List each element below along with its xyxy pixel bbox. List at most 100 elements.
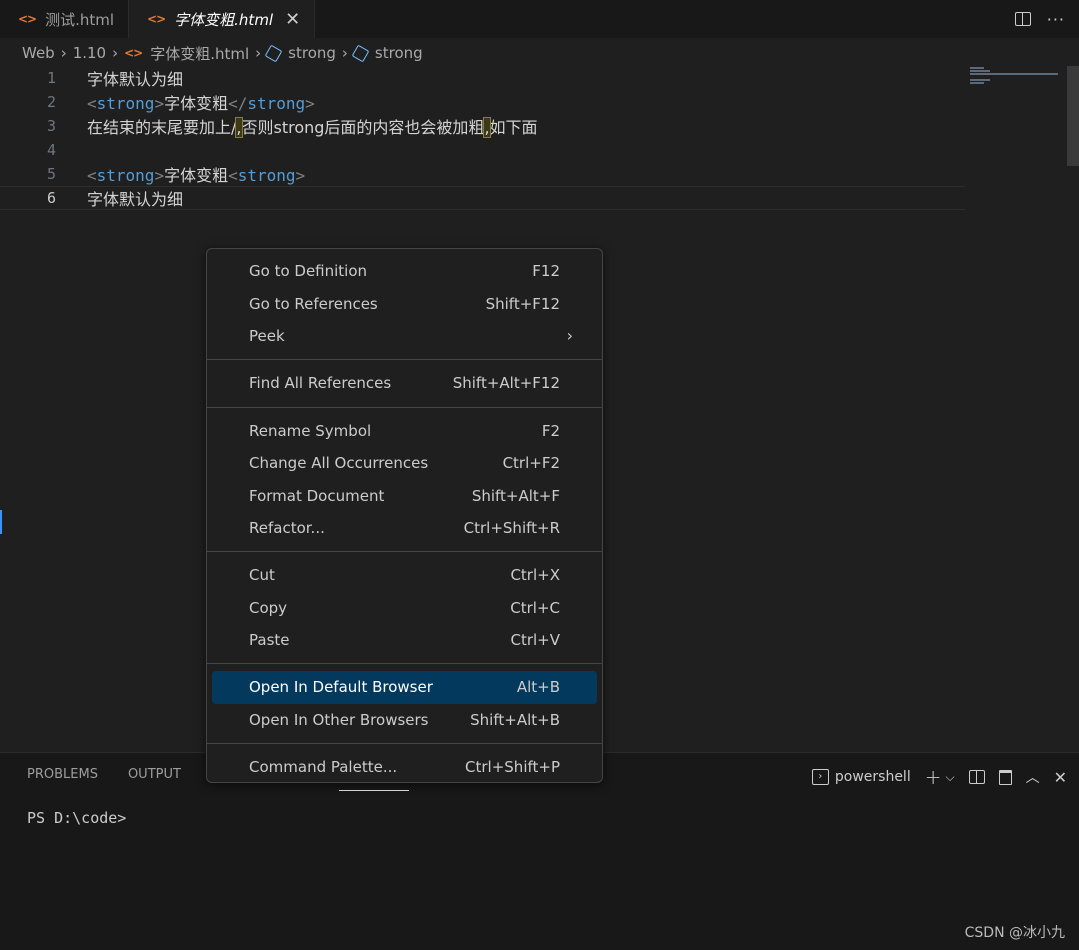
menu-item-label: Open In Default Browser bbox=[249, 678, 433, 697]
tag-bracket: </ bbox=[228, 94, 248, 113]
menu-item-shortcut: Ctrl+Shift+R bbox=[463, 518, 560, 537]
watermark: CSDN @冰小九 bbox=[964, 925, 1065, 941]
menu-item-label: Find All References bbox=[249, 374, 392, 393]
text-content: 如下面 bbox=[489, 118, 538, 137]
menu-item-open-in-default-browser[interactable]: Open In Default Browser Alt+B bbox=[212, 671, 597, 704]
line-number: 3 bbox=[46, 117, 56, 135]
line-text: <strong>字体变粗<strong> bbox=[87, 162, 305, 186]
code-line[interactable]: 5 <strong>字体变粗<strong> bbox=[0, 162, 965, 186]
code-line[interactable]: 4 bbox=[0, 138, 965, 162]
menu-item-label: Copy bbox=[249, 598, 288, 617]
code-line[interactable]: 2 <strong>字体变粗</strong> bbox=[0, 90, 965, 114]
terminal-name[interactable]: powershell bbox=[835, 769, 911, 785]
tab-label: 测试.html bbox=[45, 10, 115, 29]
html-file-icon: <> bbox=[124, 46, 143, 60]
close-icon[interactable]: ✕ bbox=[285, 9, 300, 30]
chevron-right-icon: › bbox=[566, 326, 573, 346]
menu-item-command-palette[interactable]: Command Palette... Ctrl+Shift+P bbox=[212, 751, 597, 783]
close-panel-icon[interactable]: ✕ bbox=[1054, 768, 1067, 787]
menu-item-copy[interactable]: Copy Ctrl+C bbox=[212, 592, 597, 624]
chevron-down-icon[interactable]: ⌵ bbox=[945, 770, 954, 785]
symbol-element-icon bbox=[351, 44, 370, 62]
terminal-icon[interactable]: › bbox=[811, 769, 829, 785]
menu-item-label: Refactor... bbox=[249, 518, 325, 537]
breadcrumb-symbol-strong-2[interactable]: strong bbox=[375, 44, 423, 62]
menu-item-label: Paste bbox=[249, 631, 290, 650]
code-line[interactable]: 1 字体默认为细 bbox=[0, 66, 965, 90]
menu-item-shortcut: Alt+B bbox=[516, 678, 560, 697]
menu-item-refactor[interactable]: Refactor... Ctrl+Shift+R bbox=[212, 512, 597, 544]
text-content: 字体变粗 bbox=[164, 166, 229, 185]
menu-item-shortcut: Shift+Alt+B bbox=[470, 710, 560, 729]
tag-name: strong bbox=[96, 166, 155, 185]
menu-item-shortcut: Ctrl+Shift+P bbox=[465, 758, 560, 777]
tab-output[interactable]: OUTPUT bbox=[128, 767, 181, 782]
text-content: 否则strong后面的内容也会被加粗 bbox=[241, 118, 485, 137]
minimap[interactable] bbox=[970, 66, 1068, 84]
menu-item-shortcut: Ctrl+C bbox=[510, 598, 560, 617]
tag-bracket: > bbox=[295, 166, 306, 185]
menu-item-go-to-definition[interactable]: Go to Definition F12 bbox=[212, 255, 597, 287]
menu-item-label: Format Document bbox=[249, 486, 385, 505]
line-text: <strong>字体变粗</strong> bbox=[87, 90, 315, 114]
menu-item-peek[interactable]: Peek › bbox=[212, 320, 597, 352]
tag-name: strong bbox=[237, 166, 296, 185]
tag-name: strong bbox=[96, 94, 155, 113]
menu-item-label: Cut bbox=[249, 566, 275, 585]
panel-tabs: PROBLEMS OUTPUT bbox=[27, 767, 181, 782]
split-terminal-icon[interactable] bbox=[968, 770, 985, 784]
menu-item-go-to-references[interactable]: Go to References Shift+F12 bbox=[212, 287, 597, 319]
menu-item-label: Change All Occurrences bbox=[249, 454, 429, 473]
tab-label: 字体变粗.html bbox=[174, 10, 274, 29]
tag-bracket: < bbox=[228, 166, 238, 185]
tab-test-html[interactable]: <> 测试.html bbox=[0, 0, 130, 38]
code-line[interactable]: 3 在结束的末尾要加上/,否则strong后面的内容也会被加粗,如下面 bbox=[0, 114, 965, 138]
line-text: 字体默认为细 bbox=[87, 70, 184, 89]
trash-icon[interactable] bbox=[998, 769, 1012, 785]
split-editor-icon[interactable] bbox=[1014, 12, 1031, 26]
line-text: 字体默认为细 bbox=[87, 190, 184, 209]
menu-item-paste[interactable]: Paste Ctrl+V bbox=[212, 624, 597, 656]
tag-name: strong bbox=[247, 94, 306, 113]
tab-problems[interactable]: PROBLEMS bbox=[27, 767, 98, 782]
tab-font-bold-html[interactable]: <> 字体变粗.html ✕ bbox=[129, 0, 316, 38]
line-number: 6 bbox=[46, 189, 56, 207]
tag-bracket: > bbox=[305, 94, 315, 113]
menu-item-shortcut: Ctrl+X bbox=[510, 566, 560, 585]
line-number: 1 bbox=[46, 69, 56, 87]
tag-bracket: < bbox=[87, 166, 97, 185]
chevron-up-icon[interactable]: ︿ bbox=[1026, 767, 1040, 787]
editor-scrollbar[interactable] bbox=[1067, 66, 1079, 166]
menu-item-change-all-occurrences[interactable]: Change All Occurrences Ctrl+F2 bbox=[212, 447, 597, 479]
menu-item-shortcut: Shift+Alt+F bbox=[471, 486, 560, 505]
menu-item-shortcut: Shift+F12 bbox=[485, 294, 560, 313]
more-actions-icon[interactable]: ··· bbox=[1047, 10, 1065, 29]
breadcrumb-folder-1-10[interactable]: 1.10 bbox=[73, 44, 106, 62]
breadcrumb-symbol-strong[interactable]: strong bbox=[288, 44, 336, 62]
terminal-prompt[interactable]: PS D:\code> bbox=[27, 809, 126, 827]
menu-separator bbox=[207, 359, 602, 361]
breadcrumb-folder-web[interactable]: Web bbox=[22, 44, 55, 62]
menu-item-label: Open In Other Browsers bbox=[249, 710, 429, 729]
menu-item-cut[interactable]: Cut Ctrl+X bbox=[212, 559, 597, 591]
html-file-icon: <> bbox=[147, 12, 166, 26]
line-number: 4 bbox=[46, 141, 56, 159]
tag-bracket: < bbox=[87, 94, 97, 113]
menu-item-find-all-references[interactable]: Find All References Shift+Alt+F12 bbox=[212, 367, 597, 399]
html-file-icon: <> bbox=[18, 12, 37, 26]
chevron-right-icon: › bbox=[112, 44, 119, 62]
menu-item-rename-symbol[interactable]: Rename Symbol F2 bbox=[212, 415, 597, 447]
new-terminal-icon[interactable]: + bbox=[925, 765, 942, 789]
menu-item-label: Peek bbox=[249, 326, 285, 345]
menu-item-format-document[interactable]: Format Document Shift+Alt+F bbox=[212, 479, 597, 511]
menu-item-open-in-other-browsers[interactable]: Open In Other Browsers Shift+Alt+B bbox=[212, 704, 597, 736]
menu-item-shortcut: F12 bbox=[532, 262, 560, 281]
code-line-current[interactable]: 6 字体默认为细 bbox=[0, 186, 965, 210]
menu-item-label: Rename Symbol bbox=[249, 421, 372, 440]
breadcrumb-file[interactable]: 字体变粗.html bbox=[150, 43, 249, 64]
line-number: 2 bbox=[46, 93, 56, 111]
gutter-change-marker bbox=[0, 510, 2, 534]
menu-item-shortcut: Shift+Alt+F12 bbox=[452, 374, 560, 393]
line-text: 在结束的末尾要加上/,否则strong后面的内容也会被加粗,如下面 bbox=[87, 114, 538, 138]
context-menu: Go to Definition F12 Go to References Sh… bbox=[206, 248, 603, 783]
